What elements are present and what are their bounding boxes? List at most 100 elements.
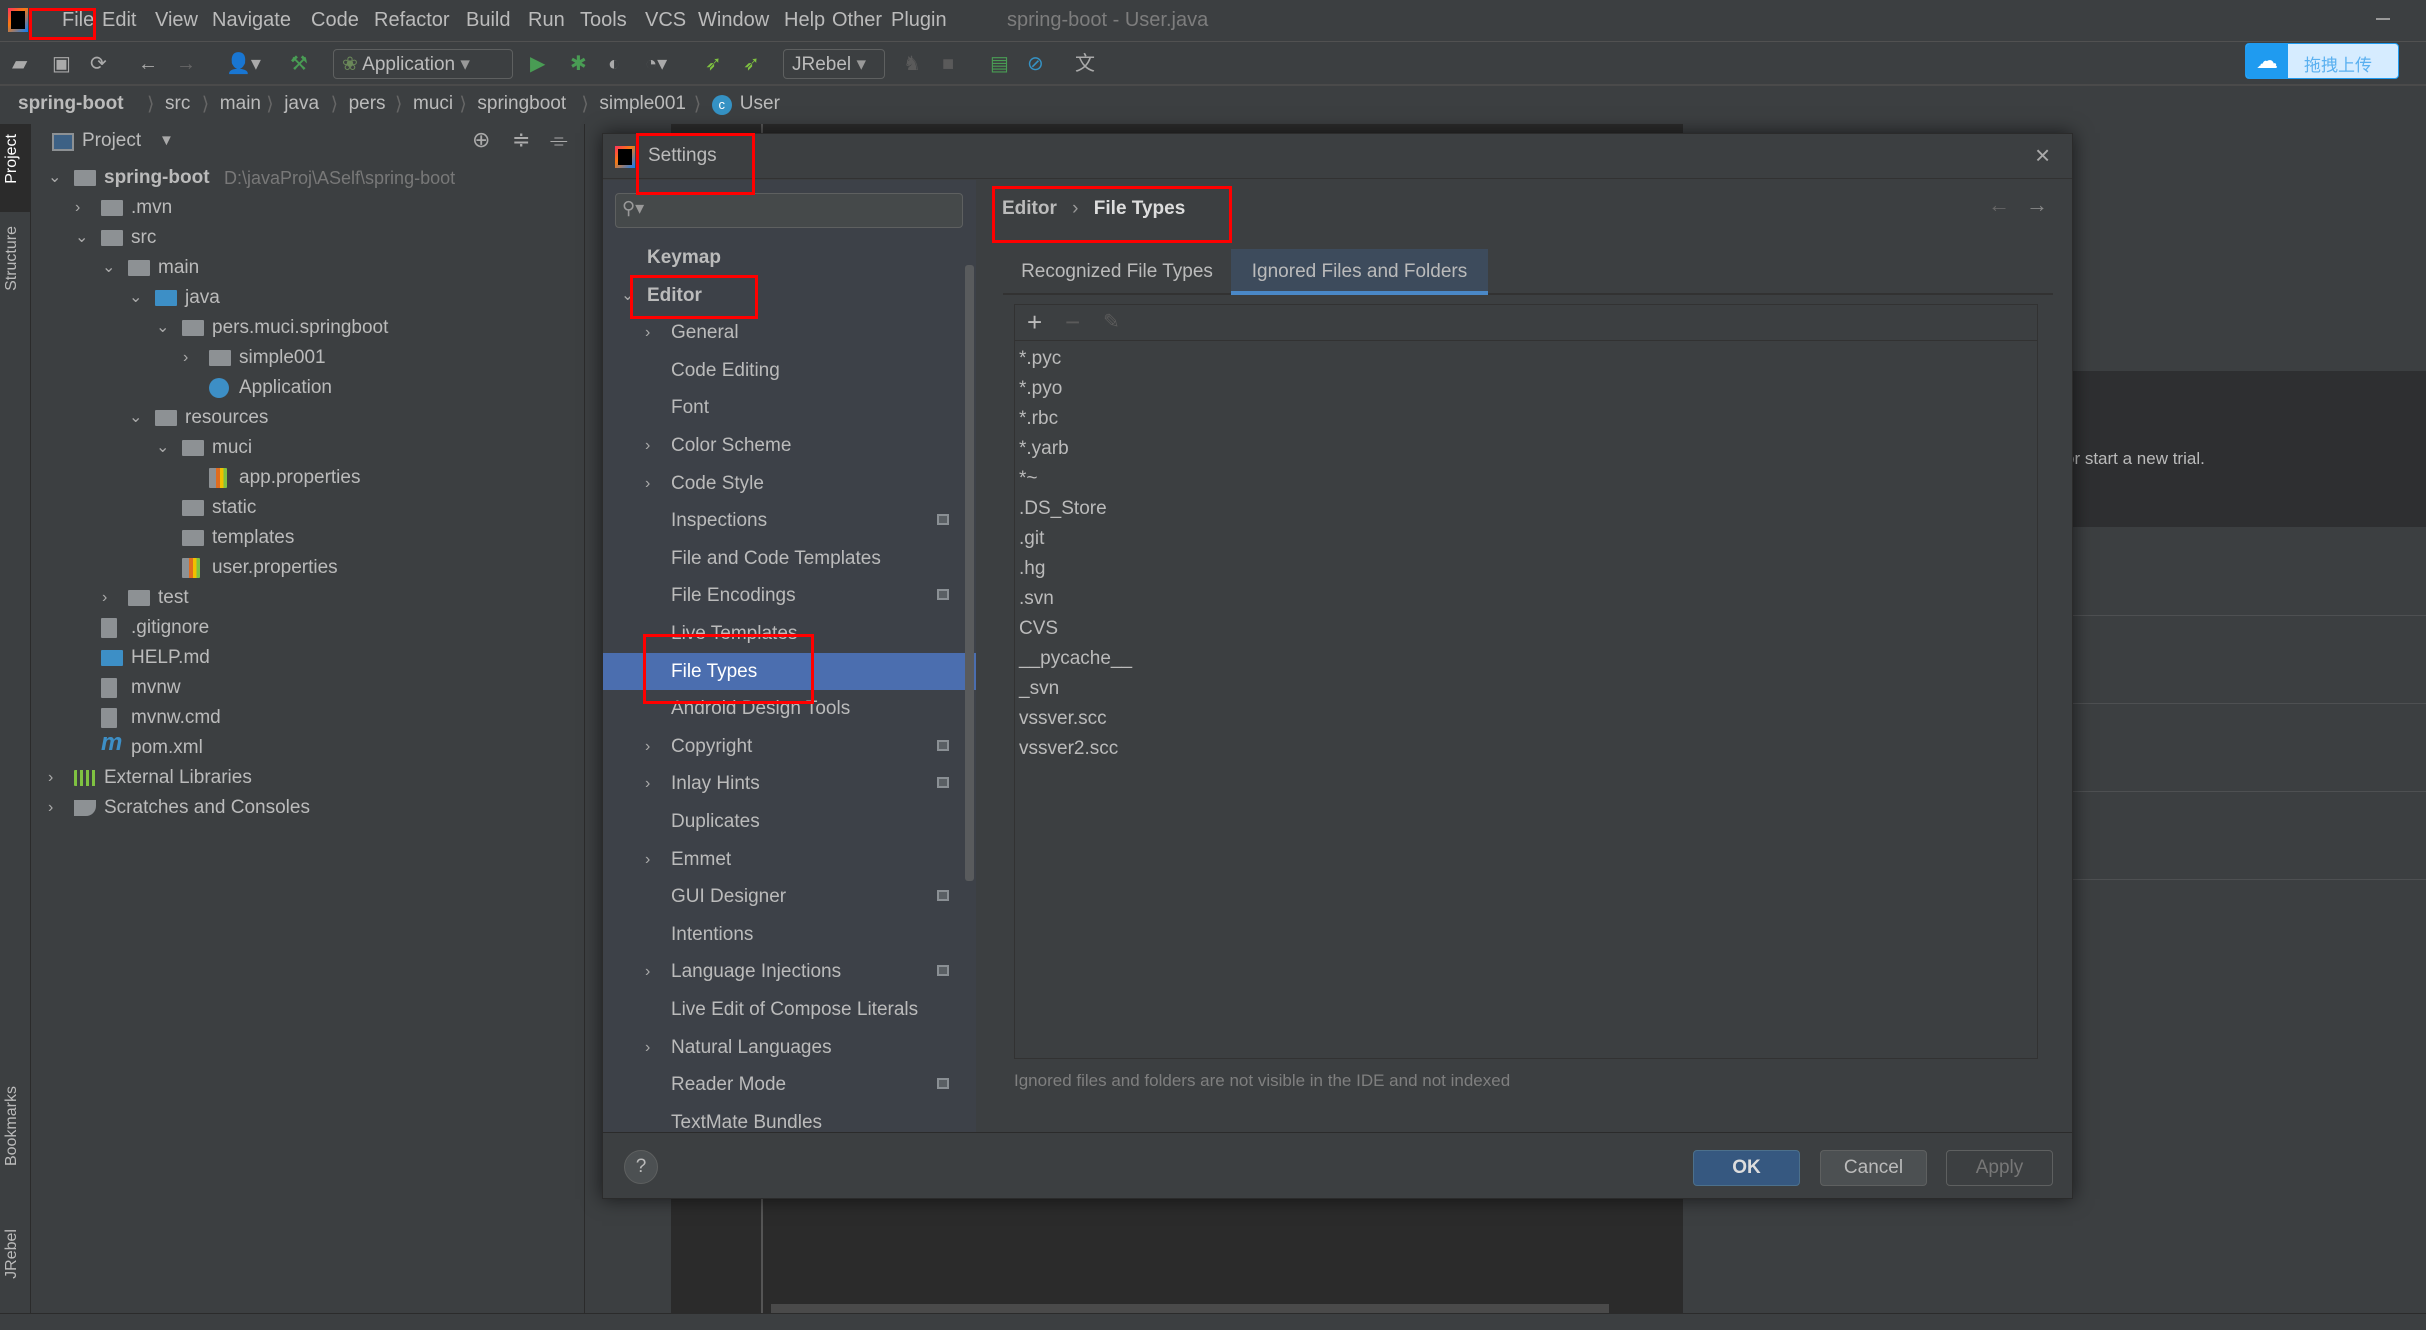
debug-icon[interactable]: ✱ bbox=[570, 51, 587, 77]
chevron-right-icon[interactable]: › bbox=[645, 841, 650, 878]
tree-item[interactable]: › Scratches and Consoles bbox=[32, 793, 582, 823]
bookmarks-tab-label[interactable]: Bookmarks bbox=[3, 1086, 21, 1166]
ignored-pattern-item[interactable]: __pycache__ bbox=[1019, 648, 1132, 670]
stop-icon[interactable]: ■ bbox=[942, 51, 954, 77]
chevron-right-icon[interactable]: › bbox=[645, 765, 650, 802]
crumb-parent[interactable]: Editor bbox=[1002, 198, 1057, 219]
tree-item[interactable]: .gitignore bbox=[32, 613, 582, 643]
tree-item[interactable]: ⌄ src bbox=[32, 223, 582, 253]
tree-item[interactable]: HELP.md bbox=[32, 643, 582, 673]
breadcrumb-item[interactable]: User bbox=[740, 93, 780, 115]
close-icon[interactable]: × bbox=[2035, 140, 2050, 171]
translate-icon[interactable]: 文 bbox=[1075, 51, 1095, 77]
breadcrumb-item[interactable]: simple001 bbox=[599, 93, 686, 115]
collapse-all-icon[interactable]: ⌯ bbox=[550, 127, 568, 153]
chevron-right-icon[interactable]: › bbox=[102, 583, 107, 613]
nav-scrollbar[interactable] bbox=[965, 265, 974, 881]
view-dropdown-icon[interactable]: ▼ bbox=[159, 132, 174, 149]
back-arrow-icon[interactable]: ← bbox=[1988, 192, 2010, 218]
tree-item[interactable]: static bbox=[32, 493, 582, 523]
chevron-right-icon[interactable]: › bbox=[48, 793, 53, 823]
settings-nav-item[interactable]: › Code Style bbox=[603, 465, 976, 502]
settings-nav-item[interactable]: GUI Designer bbox=[603, 878, 976, 915]
tree-item[interactable]: user.properties bbox=[32, 553, 582, 583]
settings-nav-item[interactable]: Android Design Tools bbox=[603, 690, 976, 727]
settings-nav-item[interactable]: Duplicates bbox=[603, 803, 976, 840]
settings-nav-item[interactable]: Live Edit of Compose Literals bbox=[603, 991, 976, 1028]
chevron-down-icon[interactable]: ⌄ bbox=[75, 223, 88, 253]
chevron-right-icon[interactable]: › bbox=[48, 763, 53, 793]
chevron-right-icon[interactable]: › bbox=[183, 343, 188, 373]
breadcrumb-item[interactable]: main bbox=[220, 93, 261, 115]
settings-nav-item[interactable]: › Emmet bbox=[603, 841, 976, 878]
run-icon[interactable]: ▶ bbox=[530, 51, 545, 77]
ignored-pattern-item[interactable]: vssver.scc bbox=[1019, 708, 1107, 730]
chevron-down-icon[interactable]: ⌄ bbox=[621, 277, 634, 314]
tree-item[interactable]: templates bbox=[32, 523, 582, 553]
tree-item[interactable]: ⌄ main bbox=[32, 253, 582, 283]
vcs-user-icon[interactable]: 👤▾ bbox=[226, 51, 261, 77]
ignored-pattern-item[interactable]: *~ bbox=[1019, 468, 1038, 490]
no-entry-icon[interactable]: ⊘ bbox=[1027, 51, 1044, 77]
monitor-icon[interactable]: ▤ bbox=[990, 51, 1009, 77]
menu-window[interactable]: Window bbox=[698, 9, 769, 32]
breadcrumb-item[interactable]: muci bbox=[413, 93, 453, 115]
tree-item[interactable]: mvnw bbox=[32, 673, 582, 703]
settings-nav-item[interactable]: › Inlay Hints bbox=[603, 765, 976, 802]
coverage-icon[interactable]: ◐ bbox=[608, 51, 620, 77]
settings-nav-item[interactable]: Code Editing bbox=[603, 352, 976, 389]
sync-icon[interactable]: ⟳ bbox=[90, 51, 107, 77]
locate-icon[interactable]: ⊕ bbox=[472, 127, 490, 153]
menu-build[interactable]: Build bbox=[466, 9, 510, 32]
ignored-pattern-item[interactable]: _svn bbox=[1019, 678, 1059, 700]
forward-icon[interactable]: → bbox=[176, 51, 196, 77]
menu-code[interactable]: Code bbox=[311, 9, 359, 32]
tree-item[interactable]: › test bbox=[32, 583, 582, 613]
menu-help[interactable]: Help bbox=[784, 9, 825, 32]
breadcrumb-item[interactable]: spring-boot bbox=[18, 93, 124, 115]
project-panel-title[interactable]: Project bbox=[82, 130, 141, 152]
settings-nav-item[interactable]: › Color Scheme bbox=[603, 427, 976, 464]
jrebel-run-icon[interactable]: ➶ bbox=[705, 51, 722, 77]
help-button[interactable]: ? bbox=[624, 1150, 658, 1184]
settings-nav-item[interactable]: Intentions bbox=[603, 916, 976, 953]
settings-nav-item[interactable]: › Language Injections bbox=[603, 953, 976, 990]
tree-item[interactable]: m pom.xml bbox=[32, 731, 582, 763]
ignored-pattern-item[interactable]: *.pyo bbox=[1019, 378, 1062, 400]
breadcrumb-item[interactable]: springboot bbox=[477, 93, 566, 115]
settings-search-input[interactable]: ⚲▾ bbox=[615, 193, 963, 228]
menu-run[interactable]: Run bbox=[528, 9, 565, 32]
upload-button[interactable]: ☁ 拖拽上传 bbox=[2245, 43, 2399, 79]
chevron-down-icon[interactable]: ⌄ bbox=[129, 283, 142, 313]
breadcrumb-item[interactable]: java bbox=[284, 93, 319, 115]
settings-nav-item[interactable]: File Types bbox=[603, 652, 976, 690]
tree-item[interactable]: Application bbox=[32, 373, 582, 403]
settings-nav-item[interactable]: Keymap bbox=[603, 239, 976, 276]
chevron-right-icon[interactable]: › bbox=[645, 314, 650, 351]
tree-item[interactable]: ⌄ resources bbox=[32, 403, 582, 433]
menu-vcs[interactable]: VCS bbox=[645, 9, 686, 32]
add-icon[interactable]: + bbox=[1027, 307, 1042, 338]
ok-button[interactable]: OK bbox=[1693, 1150, 1800, 1186]
chevron-down-icon[interactable]: ⌄ bbox=[156, 433, 169, 463]
ignored-pattern-item[interactable]: .git bbox=[1019, 528, 1044, 550]
chevron-down-icon[interactable]: ⌄ bbox=[156, 313, 169, 343]
cancel-button[interactable]: Cancel bbox=[1820, 1150, 1927, 1186]
tree-item[interactable]: ⌄ muci bbox=[32, 433, 582, 463]
tree-item[interactable]: app.properties bbox=[32, 463, 582, 493]
tab-recognized-file-types[interactable]: Recognized File Types bbox=[1003, 249, 1231, 295]
menu-refactor[interactable]: Refactor bbox=[374, 9, 450, 32]
ignored-pattern-item[interactable]: *.pyc bbox=[1019, 348, 1061, 370]
ignored-pattern-item[interactable]: .hg bbox=[1019, 558, 1045, 580]
structure-tab-label[interactable]: Structure bbox=[3, 226, 21, 291]
expand-all-icon[interactable]: ≑ bbox=[512, 127, 530, 153]
tree-item[interactable]: › simple001 bbox=[32, 343, 582, 373]
project-tab-label[interactable]: Project bbox=[3, 134, 21, 184]
settings-nav-item[interactable]: File and Code Templates bbox=[603, 540, 976, 577]
menu-plugin[interactable]: Plugin bbox=[891, 9, 947, 32]
chevron-right-icon[interactable]: › bbox=[645, 728, 650, 765]
tree-item[interactable]: ⌄ java bbox=[32, 283, 582, 313]
menu-tools[interactable]: Tools bbox=[580, 9, 627, 32]
tree-item[interactable]: ⌄ spring-boot D:\javaProj\ASelf\spring-boo… bbox=[32, 163, 582, 193]
menu-edit[interactable]: Edit bbox=[102, 9, 136, 32]
